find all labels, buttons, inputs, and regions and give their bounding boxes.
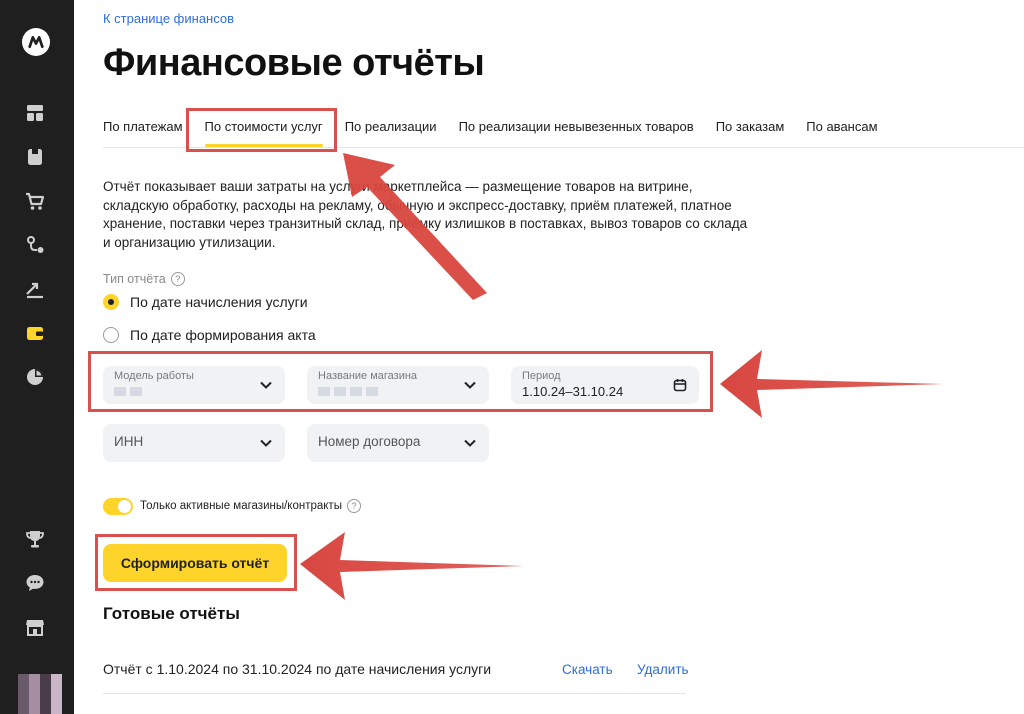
radio-unchecked-icon[interactable] — [103, 327, 119, 343]
radio-accrual-label: По дате начисления услуги — [130, 294, 308, 310]
annotation-box-filters — [88, 351, 713, 412]
report-description: Отчёт показывает ваши затраты на услуги … — [103, 179, 748, 250]
sidebar — [0, 0, 74, 714]
annotation-box-button — [95, 534, 297, 591]
download-link[interactable]: Скачать — [562, 662, 613, 677]
tab-orders[interactable]: По заказам — [705, 118, 796, 147]
logistics-icon[interactable] — [24, 234, 46, 256]
tab-unshipped-sales[interactable]: По реализации невывезенных товаров — [448, 118, 705, 147]
annotation-box-tab — [186, 108, 337, 152]
radio-act-label: По дате формирования акта — [130, 327, 316, 343]
cart-icon[interactable] — [24, 190, 46, 212]
tab-advances[interactable]: По авансам — [795, 118, 888, 147]
radio-act-date[interactable]: По дате формирования акта — [103, 327, 316, 343]
report-item-name: Отчёт с 1.10.2024 по 31.10.2024 по дате … — [103, 661, 492, 677]
delete-link[interactable]: Удалить — [637, 662, 689, 677]
market-logo-icon[interactable] — [22, 28, 50, 56]
dashboard-icon[interactable] — [24, 102, 46, 124]
chevron-down-icon — [260, 439, 272, 447]
active-only-label-text: Только активные магазины/контракты — [140, 500, 342, 512]
report-divider — [103, 693, 686, 694]
tab-payments[interactable]: По платежам — [103, 118, 194, 147]
tab-sales[interactable]: По реализации — [334, 118, 448, 147]
radio-checked-icon[interactable] — [103, 294, 119, 310]
radio-accrual-date[interactable]: По дате начисления услуги — [103, 294, 308, 310]
contract-placeholder: Номер договора — [318, 434, 421, 449]
ready-reports-title: Готовые отчёты — [103, 604, 240, 623]
growth-icon[interactable] — [24, 278, 46, 300]
wallet-icon[interactable] — [24, 322, 46, 344]
help-icon[interactable]: ? — [346, 499, 361, 513]
products-icon[interactable] — [24, 146, 46, 168]
help-icon[interactable]: ? — [170, 272, 185, 286]
inn-select[interactable]: ИНН — [103, 424, 285, 462]
breadcrumb-link[interactable]: К странице финансов — [103, 11, 234, 26]
store-icon[interactable] — [24, 616, 46, 638]
active-only-label: Только активные магазины/контракты ? — [140, 499, 361, 513]
contract-number-select[interactable]: Номер договора — [307, 424, 489, 462]
report-type-label: Тип отчёта ? — [103, 272, 185, 286]
inn-placeholder: ИНН — [114, 434, 144, 449]
analytics-pie-icon[interactable] — [24, 366, 46, 388]
active-only-toggle[interactable] — [103, 498, 133, 515]
report-type-label-text: Тип отчёта — [103, 272, 166, 286]
chevron-down-icon — [464, 439, 476, 447]
chat-icon[interactable] — [24, 572, 46, 594]
page-title: Финансовые отчёты — [103, 42, 485, 84]
avatar[interactable] — [18, 674, 62, 714]
trophy-icon[interactable] — [24, 528, 46, 550]
